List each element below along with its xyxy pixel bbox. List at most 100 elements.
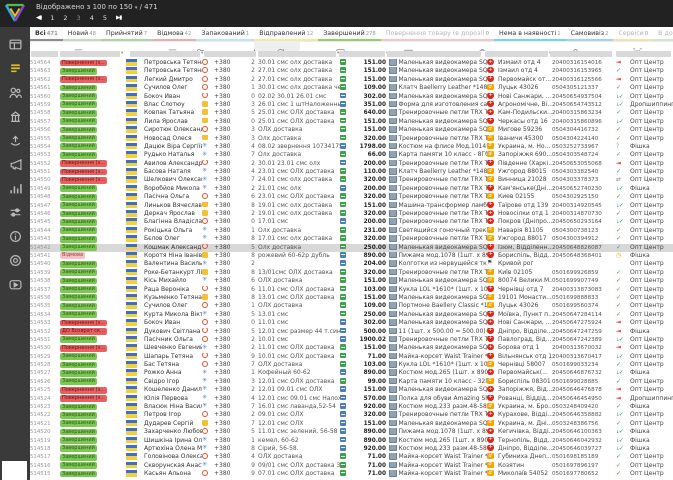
- table-row[interactable]: 514548 Завершений Пасічна Ольга +380 6 2…: [30, 193, 673, 201]
- client-phone[interactable]: +380: [214, 294, 244, 302]
- table-row[interactable]: 514556 Завершений Сиротюк Олександр +380…: [30, 126, 673, 134]
- client-phone[interactable]: +380: [214, 227, 244, 235]
- client-phone[interactable]: +380: [214, 411, 244, 419]
- client-phone[interactable]: +380: [214, 76, 244, 84]
- table-row[interactable]: 514540 Завершений Валентина Василье... +…: [30, 260, 673, 268]
- table-row[interactable]: 514535 Завершений Сучилов Олег +380 1 ОЛ…: [30, 302, 673, 310]
- client-phone[interactable]: +380: [214, 311, 244, 319]
- client-phone[interactable]: +380: [214, 244, 244, 252]
- client-name[interactable]: Захарченко Любовь: [144, 428, 202, 436]
- tracking-number[interactable]: 0504304224140: [552, 135, 616, 143]
- table-row[interactable]: 514551 Повернення (з... Басова Наталя +3…: [30, 168, 673, 176]
- tracking-number[interactable]: 0501699926859: [552, 269, 616, 277]
- tracking-number[interactable]: 20400313670032: [552, 344, 616, 352]
- tracking-number[interactable]: 20400313873083: [552, 286, 616, 294]
- tracking-number[interactable]: 20450646042932: [552, 437, 616, 445]
- client-name[interactable]: Благінна Владіслава: [144, 218, 202, 226]
- client-name[interactable]: Дацюк Віра Сергіївна: [144, 143, 202, 151]
- table-row[interactable]: 514515 Завершений Касьян Альона +380 9 0…: [30, 470, 673, 478]
- table-row[interactable]: 514554 Завершений Дацюк Віра Сергіївна +…: [30, 142, 673, 151]
- table-row[interactable]: 514529 Завершений Шапарь Тетяна +380 9 1…: [30, 352, 673, 361]
- tracking-number[interactable]: 20400316154016: [552, 59, 616, 67]
- tracking-number[interactable]: 20400315860896: [552, 118, 616, 126]
- tab-завершений[interactable]: Завершений278: [318, 27, 381, 41]
- table-row[interactable]: 514555 Завершений Новосад Олеся +380 3 О…: [30, 134, 673, 143]
- table-row[interactable]: 514530 Повернення (з... Шевченко Евгений…: [30, 344, 673, 352]
- client-phone[interactable]: +380: [214, 453, 244, 461]
- tracking-number[interactable]: 20400314920545: [552, 202, 616, 210]
- sidebar-item-support[interactable]: [0, 249, 30, 271]
- table-row[interactable]: 514521 Завершений Дударев Сергій +380 7 …: [30, 419, 673, 428]
- client-name[interactable]: Кузьменко Тетяна: [144, 294, 202, 302]
- sidebar-item-clients[interactable]: [0, 81, 30, 103]
- client-name[interactable]: Пасічна Ольга: [144, 193, 202, 201]
- tracking-number[interactable]: 20450647275924: [552, 319, 616, 327]
- client-name[interactable]: Воробйов Микола: [144, 185, 202, 193]
- table-row[interactable]: 514536 Завершений Кузьменко Тетяна +380 …: [30, 293, 673, 302]
- table-row[interactable]: 514560 Завершений Бокоч Иван +380 0 02.0…: [30, 92, 673, 101]
- client-name[interactable]: Кошеленко Данил: [144, 386, 202, 394]
- table-row[interactable]: 514539 Завершений Роке-Бетанкурт Лін... …: [30, 268, 673, 277]
- client-name[interactable]: Свідро Ігор: [144, 378, 202, 386]
- page-4[interactable]: 4: [90, 14, 94, 22]
- tracking-number[interactable]: 0501699907749: [552, 277, 616, 285]
- table-row[interactable]: 514544 Завершений Рокіцька Ольга +380 1 …: [30, 226, 673, 235]
- tracking-number[interactable]: 20450646100363: [552, 428, 616, 436]
- table-row[interactable]: 514558 Завершений Ковпак Татьяна +380 5 …: [30, 109, 673, 117]
- table-row[interactable]: 514526 Завершений Свідро Ігор +380 3 12.…: [30, 377, 673, 386]
- tab-all[interactable]: Всі471: [30, 27, 63, 41]
- client-phone[interactable]: +380: [214, 328, 244, 336]
- table-row[interactable]: 514538 Завершений Кісь Михайло +380 6 ОЛ…: [30, 277, 673, 285]
- table-row[interactable]: 514561 Завершений Сучилов Олег +380 1 30…: [30, 84, 673, 92]
- tab-самовивіз[interactable]: Самовивіз2: [565, 27, 614, 41]
- client-phone[interactable]: +380: [214, 235, 244, 243]
- filter-input-2[interactable]: [130, 51, 200, 57]
- client-phone[interactable]: +380: [214, 67, 244, 75]
- client-phone[interactable]: +380: [214, 302, 244, 310]
- client-name[interactable]: Дударев Сергій: [144, 420, 202, 428]
- client-name[interactable]: Бокоч Иван: [144, 93, 202, 101]
- client-phone[interactable]: +380: [214, 93, 244, 101]
- filter-input-6[interactable]: [387, 51, 481, 57]
- client-name[interactable]: Власюк Ніна Василі...: [144, 403, 202, 411]
- client-phone[interactable]: +380: [214, 470, 244, 478]
- tracking-number[interactable]: 20450646876732: [552, 369, 616, 377]
- client-name[interactable]: Бєлов Олег: [144, 235, 202, 243]
- table-row[interactable]: 514531 Завершений Пасічник Ольга +380 2 …: [30, 335, 673, 344]
- sidebar-item-settings[interactable]: [0, 201, 30, 223]
- records-range[interactable]: Відображено з 100 по 150 ▾ / 471: [36, 3, 158, 11]
- client-name[interactable]: Шапарь Тетяна: [144, 353, 202, 361]
- filter-dropdown-icon[interactable]: ▾: [121, 51, 123, 56]
- table-row[interactable]: 514523 Завершений Власюк Ніна Василі... …: [30, 403, 673, 411]
- tracking-number[interactable]: 20450650293164: [552, 218, 616, 226]
- client-phone[interactable]: +380: [214, 135, 244, 143]
- table-row[interactable]: 514527 Завершений Рожко Анна +380 1 Кофе…: [30, 369, 673, 377]
- filter-input-8[interactable]: [550, 51, 612, 57]
- table-row[interactable]: 514537 Завершений Раца Вероніка +380 6 1…: [30, 285, 673, 294]
- client-phone[interactable]: +380: [214, 353, 244, 361]
- page-3[interactable]: 3: [77, 14, 81, 22]
- tracking-number[interactable]: 20450654743512: [552, 101, 616, 109]
- sidebar-item-marketing[interactable]: [0, 153, 30, 175]
- client-name[interactable]: Бас Тетяна: [144, 361, 202, 369]
- client-phone[interactable]: +380: [214, 286, 244, 294]
- tab-повернення-товару-в-дорозі-[interactable]: Повернення товару (в дорозі)0: [380, 27, 494, 41]
- sidebar-item-company[interactable]: [0, 105, 30, 127]
- tab-нема-в-наявності[interactable]: Нема в наявності1: [493, 27, 566, 41]
- client-phone[interactable]: +380: [214, 218, 244, 226]
- client-name[interactable]: Легкий Дмитро: [144, 76, 202, 84]
- table-row[interactable]: 514534 Завершений Курта Микола Вікто... …: [30, 310, 673, 319]
- client-phone[interactable]: +380: [214, 369, 244, 377]
- client-phone[interactable]: +380: [214, 151, 244, 159]
- table-row[interactable]: 514520 Завершений Захарченко Любовь +380…: [30, 428, 673, 436]
- tracking-number[interactable]: 20400316153965: [552, 67, 616, 75]
- client-phone[interactable]: +380: [214, 160, 244, 168]
- client-name[interactable]: Артюхіна Олена Ми...: [144, 445, 202, 453]
- table-row[interactable]: 514532 ДО Возврат ск... Дукович Світлана…: [30, 327, 673, 336]
- client-name[interactable]: Кісь Михайло: [144, 277, 202, 285]
- tracking-number[interactable]: 20450646039727: [552, 445, 616, 453]
- tab-відмова[interactable]: Відмова42: [152, 27, 197, 41]
- client-name[interactable]: Валентина Василье...: [144, 260, 202, 268]
- tab-новий[interactable]: Новий48: [62, 27, 101, 41]
- tracking-number[interactable]: 0503252733967: [552, 143, 616, 151]
